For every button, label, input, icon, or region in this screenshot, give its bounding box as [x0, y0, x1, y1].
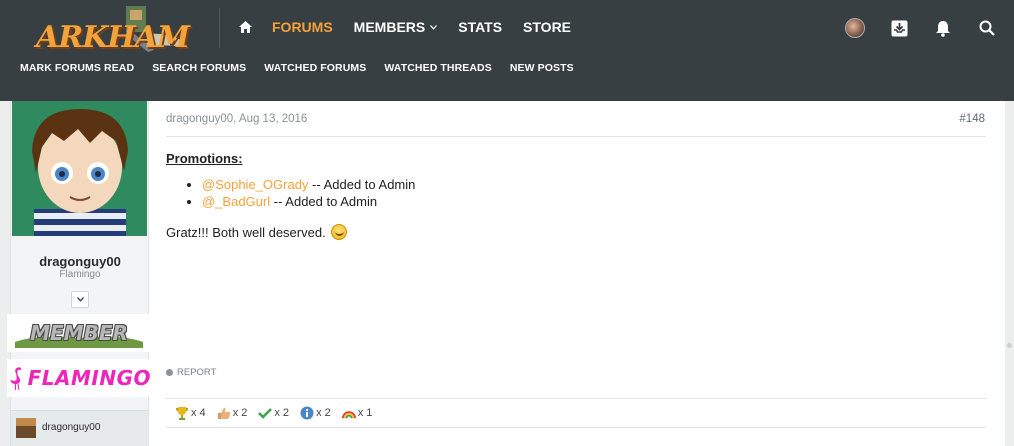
watched-forums-link[interactable]: WATCHED FORUMS — [264, 62, 366, 74]
flamingo-icon — [10, 367, 22, 390]
nav-members[interactable]: MEMBERS — [354, 19, 438, 35]
list-item: @_BadGurl -- Added to Admin — [202, 193, 986, 210]
reaction-thumbs-up[interactable]: x 2 — [217, 406, 248, 420]
home-icon — [238, 21, 252, 33]
mark-forums-read-link[interactable]: MARK FORUMS READ — [20, 62, 134, 74]
reaction-count: x 2 — [232, 407, 248, 419]
smile-emoji-icon — [330, 224, 347, 240]
user-footer: dragonguy00 — [11, 410, 149, 446]
avatar-art — [12, 101, 147, 236]
scrollbar-indicator[interactable] — [1007, 343, 1012, 348]
user-avatar-large[interactable] — [12, 101, 147, 236]
post-body: Promotions: @Sophie_OGrady -- Added to A… — [166, 151, 986, 240]
site-header: ARKHAM FORUMS MEMBERS STATS STORE MARK F… — [0, 0, 1014, 101]
reaction-rainbow[interactable]: x 1 — [341, 406, 373, 420]
chevron-down-icon — [76, 297, 84, 302]
promotions-list: @Sophie_OGrady -- Added to Admin @_BadGu… — [202, 176, 986, 210]
report-link[interactable]: REPORT — [166, 367, 216, 378]
sub-nav: MARK FORUMS READ SEARCH FORUMS WATCHED F… — [20, 62, 592, 74]
report-icon — [166, 369, 173, 376]
header-icons — [824, 15, 1000, 41]
post-user-sidebar: dragonguy00 Flamingo MEMBER FLAMINGO dra… — [7, 101, 151, 446]
reaction-count: x 1 — [357, 407, 373, 419]
post-permalink[interactable]: #148 — [959, 113, 985, 125]
user-title: Flamingo — [59, 269, 101, 280]
nav-store[interactable]: STORE — [523, 19, 571, 35]
post-content: dragonguy00, Aug 13, 2016 #148 Promotion… — [166, 101, 986, 446]
reaction-trophy[interactable]: x 4 — [175, 406, 206, 420]
nav-stats-label: STATS — [458, 19, 503, 35]
nav-stats[interactable]: STATS — [458, 19, 502, 35]
reaction-info[interactable]: x 2 — [300, 406, 331, 420]
report-label: REPORT — [177, 367, 217, 378]
reaction-count: x 2 — [274, 407, 290, 419]
nav-members-label: MEMBERS — [353, 19, 426, 35]
search-forums-link[interactable]: SEARCH FORUMS — [152, 62, 246, 74]
chevron-down-icon — [430, 24, 438, 30]
thumbs-up-icon — [217, 406, 231, 420]
new-posts-link[interactable]: NEW POSTS — [510, 62, 574, 74]
home-button[interactable] — [230, 12, 260, 42]
alerts-button[interactable] — [930, 15, 956, 41]
promotion-text: -- Added to Admin — [270, 194, 378, 209]
promotions-heading: Promotions: — [166, 151, 243, 166]
nav-store-label: STORE — [523, 19, 572, 35]
reaction-count: x 2 — [316, 407, 331, 419]
watched-threads-link[interactable]: WATCHED THREADS — [384, 62, 491, 74]
search-icon — [979, 20, 995, 36]
promotion-text: -- Added to Admin — [308, 177, 416, 192]
main-nav: FORUMS MEMBERS STATS STORE — [230, 12, 592, 42]
nav-forums-label: FORUMS — [272, 19, 333, 35]
list-item: @Sophie_OGrady -- Added to Admin — [202, 176, 986, 193]
logo-text: ARKHAM — [36, 20, 190, 55]
message-line: Gratz!!! Both well deserved. — [166, 224, 986, 240]
minecraft-head-avatar — [16, 418, 36, 438]
message-text: Gratz!!! Both well deserved. — [166, 224, 326, 240]
mention-link[interactable]: @_BadGurl — [202, 194, 270, 209]
member-badge-text: MEMBER — [30, 321, 128, 345]
post-header: dragonguy00, Aug 13, 2016 #148 — [166, 111, 986, 137]
checkmark-icon — [258, 406, 273, 420]
info-icon — [300, 406, 314, 420]
nav-forums[interactable]: FORUMS — [272, 19, 333, 35]
rainbow-icon — [341, 406, 356, 420]
flamingo-badge: FLAMINGO — [7, 359, 151, 397]
reaction-checkmark[interactable]: x 2 — [258, 406, 289, 420]
search-button[interactable] — [974, 15, 1000, 41]
user-footer-name[interactable]: dragonguy00 — [42, 422, 100, 433]
post-meta[interactable]: dragonguy00, Aug 13, 2016 — [166, 113, 307, 125]
header-divider — [219, 8, 220, 48]
trophy-icon — [175, 406, 189, 420]
user-avatar — [845, 18, 865, 38]
inbox-button[interactable] — [886, 15, 912, 41]
site-logo[interactable]: ARKHAM — [28, 2, 198, 55]
forum-post: dragonguy00 Flamingo MEMBER FLAMINGO dra… — [7, 101, 1005, 446]
mention-link[interactable]: @Sophie_OGrady — [202, 177, 308, 192]
user-info-toggle[interactable] — [71, 291, 89, 308]
flamingo-badge-text: FLAMINGO — [27, 366, 151, 390]
post-username[interactable]: dragonguy00 — [11, 254, 149, 269]
member-badge: MEMBER — [7, 314, 151, 352]
reaction-count: x 4 — [191, 407, 206, 419]
account-button[interactable] — [842, 15, 868, 41]
bell-icon — [936, 20, 950, 37]
reactions-bar: x 4 x 2 x 2 x 2 x 1 — [166, 398, 986, 428]
inbox-icon — [891, 20, 907, 36]
